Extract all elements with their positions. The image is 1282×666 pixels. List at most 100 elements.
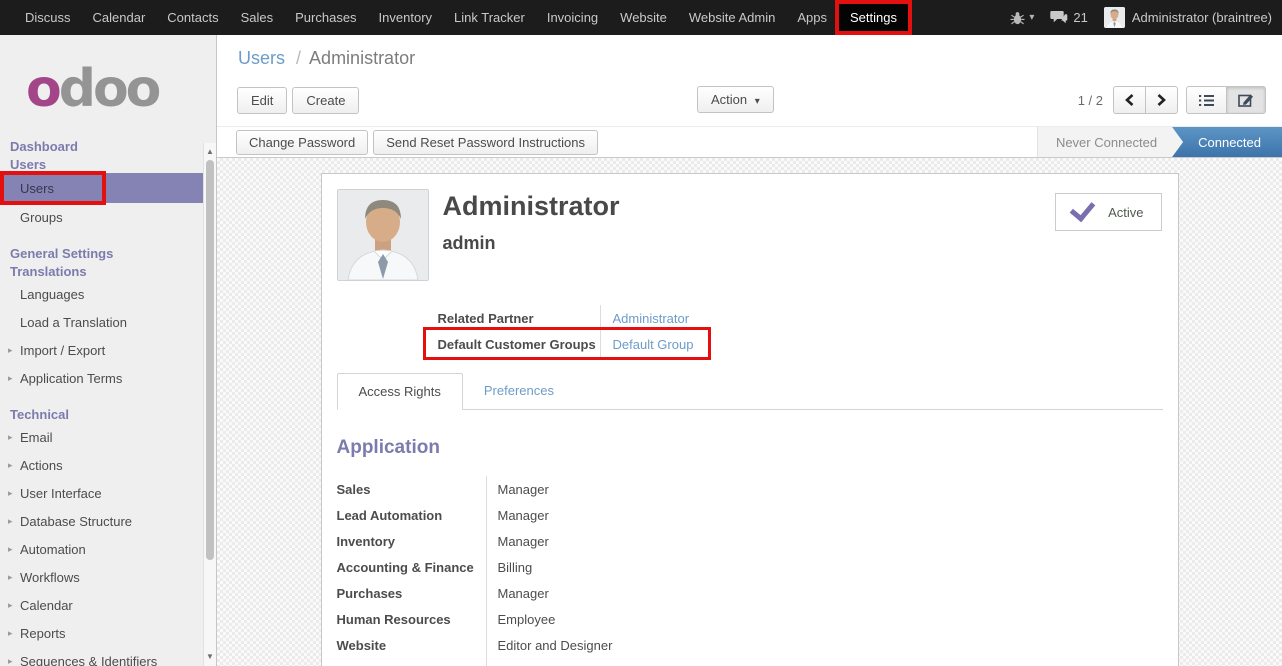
field-label: Related Partner <box>438 305 600 331</box>
form-view-button[interactable] <box>1226 86 1266 114</box>
sidebar-item[interactable]: ▸ User Interface <box>0 479 216 507</box>
sidebar-scrollbar[interactable]: ▲ ▼ <box>203 143 216 666</box>
topnav-item[interactable]: Inventory <box>368 0 443 35</box>
list-view-button[interactable] <box>1186 86 1227 114</box>
sidebar-item[interactable]: ▸ Actions <box>0 451 216 479</box>
field-value-link[interactable]: Administrator <box>600 305 690 331</box>
caret-down-icon: ▾ <box>1029 12 1034 23</box>
topnav-item[interactable]: Purchases <box>284 0 367 35</box>
topnav-item[interactable]: Sales <box>230 0 285 35</box>
caret-down-icon: ▾ <box>755 96 760 107</box>
topnav-item[interactable]: Contacts <box>156 0 229 35</box>
application-row: Accounting & Finance Billing <box>337 554 1163 580</box>
pager-buttons <box>1113 86 1178 114</box>
sidebar-item[interactable]: ▸ Sequences & Identifiers <box>0 647 216 666</box>
sidebar-item[interactable]: ▸ Load a Translation <box>0 308 216 336</box>
topnav-item[interactable]: Website Admin <box>678 0 786 35</box>
sidebar-item[interactable]: ▸ Import / Export <box>0 336 216 364</box>
application-label: Accounting & Finance <box>337 554 486 580</box>
chevron-right-icon: ▸ <box>8 373 20 384</box>
chevron-right-icon: ▸ <box>8 600 20 611</box>
sidebar-item[interactable]: ▸ Workflows <box>0 563 216 591</box>
sidebar-item[interactable]: ▸ Users <box>0 173 205 203</box>
sidebar-item-label: Load a Translation <box>20 315 127 330</box>
chevron-left-icon <box>1125 94 1134 106</box>
chevron-right-icon: ▸ <box>8 572 20 583</box>
edit-form-icon <box>1238 93 1254 107</box>
application-row: Website Editor and Designer <box>337 632 1163 658</box>
active-checkbox[interactable]: Active <box>1055 193 1161 231</box>
user-photo[interactable] <box>337 189 429 281</box>
topnav-item[interactable]: Settings <box>839 4 908 31</box>
scroll-down-icon[interactable]: ▼ <box>204 650 216 663</box>
edit-button[interactable]: Edit <box>237 87 287 114</box>
sidebar-item-label: Dashboard <box>10 139 78 154</box>
list-icon <box>1198 94 1215 107</box>
sidebar-item-label: Calendar <box>20 598 73 613</box>
sidebar-item[interactable]: ▸ Dashboard <box>0 137 216 155</box>
messages-count: 21 <box>1073 10 1087 25</box>
next-page-button[interactable] <box>1145 86 1178 114</box>
field-row: Default Customer Groups Default Group <box>438 331 1163 357</box>
button-row: Edit Create Action ▾ 1 / 2 <box>237 86 1266 114</box>
status-step[interactable]: Never Connected <box>1037 127 1183 157</box>
sidebar-item-label: Application Terms <box>20 371 122 386</box>
sidebar-item-label: Reports <box>20 626 66 641</box>
sidebar-item[interactable]: ▸ Application Terms <box>0 364 216 392</box>
application-access-level: Manager <box>486 502 549 528</box>
sidebar-item[interactable]: ▸ Calendar <box>0 591 216 619</box>
application-label: Website <box>337 632 486 658</box>
application-row: Purchases Manager <box>337 580 1163 606</box>
sidebar-item[interactable]: ▸ Automation <box>0 535 216 563</box>
scrollbar-thumb[interactable] <box>206 160 214 560</box>
topnav-item[interactable]: Link Tracker <box>443 0 536 35</box>
sidebar-item[interactable]: ▸ General Settings <box>0 244 216 262</box>
sidebar-item-label: Users <box>10 157 46 172</box>
messages-button[interactable]: 21 <box>1050 10 1087 25</box>
topnav-item[interactable]: Discuss <box>14 0 82 35</box>
topnav-item[interactable]: Invoicing <box>536 0 609 35</box>
application-label: Purchases <box>337 580 486 606</box>
sidebar-menu: ▸ Dashboard ▸ Users ▸ Users ▸ Groups <box>0 123 216 666</box>
debug-menu-button[interactable]: ▾ <box>1010 11 1034 25</box>
sidebar-item[interactable]: ▸ Translations <box>0 262 216 280</box>
chevron-right-icon: ▸ <box>8 656 20 666</box>
tab[interactable]: Preferences <box>463 373 575 409</box>
user-name: Administrator (braintree) <box>1132 10 1272 25</box>
previous-page-button[interactable] <box>1113 86 1146 114</box>
scroll-up-icon[interactable]: ▲ <box>204 145 216 158</box>
application-label: Inventory <box>337 528 486 554</box>
action-dropdown-button[interactable]: Action ▾ <box>697 86 774 113</box>
topnav-item[interactable]: Apps <box>786 0 838 35</box>
sidebar-item[interactable]: ▸ Languages <box>0 280 216 308</box>
sidebar-item[interactable]: ▸ Database Structure <box>0 507 216 535</box>
statusbar-button[interactable]: Change Password <box>236 130 368 155</box>
sidebar-item-label: Automation <box>20 542 86 557</box>
breadcrumb-item[interactable]: Users <box>238 48 285 68</box>
user-menu-button[interactable]: Administrator (braintree) <box>1104 7 1272 28</box>
sidebar-item-label: Technical <box>10 407 69 422</box>
create-button[interactable]: Create <box>292 87 359 114</box>
tab[interactable]: Access Rights <box>337 373 463 410</box>
breadcrumb: Users Administrator <box>217 35 1282 69</box>
page-title: Administrator <box>443 191 620 222</box>
notebook-tabs: Access Rights Preferences <box>337 373 1163 410</box>
breadcrumb-item[interactable]: Administrator <box>290 48 415 68</box>
statusbar-button[interactable]: Send Reset Password Instructions <box>373 130 598 155</box>
topnav-item[interactable]: Website <box>609 0 678 35</box>
sidebar-item-label: General Settings <box>10 246 113 261</box>
sidebar-item[interactable]: ▸ Email <box>0 423 216 451</box>
field-value-link[interactable]: Default Group <box>600 331 694 357</box>
application-row: Administration Settings <box>337 658 1163 666</box>
sidebar-item[interactable]: ▸ Groups <box>0 203 216 231</box>
sidebar-item[interactable]: ▸ Technical <box>0 405 216 423</box>
pager-counter: 1 / 2 <box>1078 93 1103 108</box>
sidebar-item-label: Import / Export <box>20 343 105 358</box>
topnav-item[interactable]: Calendar <box>82 0 157 35</box>
sidebar-item-label: Database Structure <box>20 514 132 529</box>
sidebar-item[interactable]: ▸ Users <box>0 155 216 173</box>
status-step[interactable]: Connected <box>1172 127 1282 157</box>
chevron-right-icon: ▸ <box>8 628 20 639</box>
sidebar-item[interactable]: ▸ Reports <box>0 619 216 647</box>
application-access-level: Billing <box>486 554 533 580</box>
